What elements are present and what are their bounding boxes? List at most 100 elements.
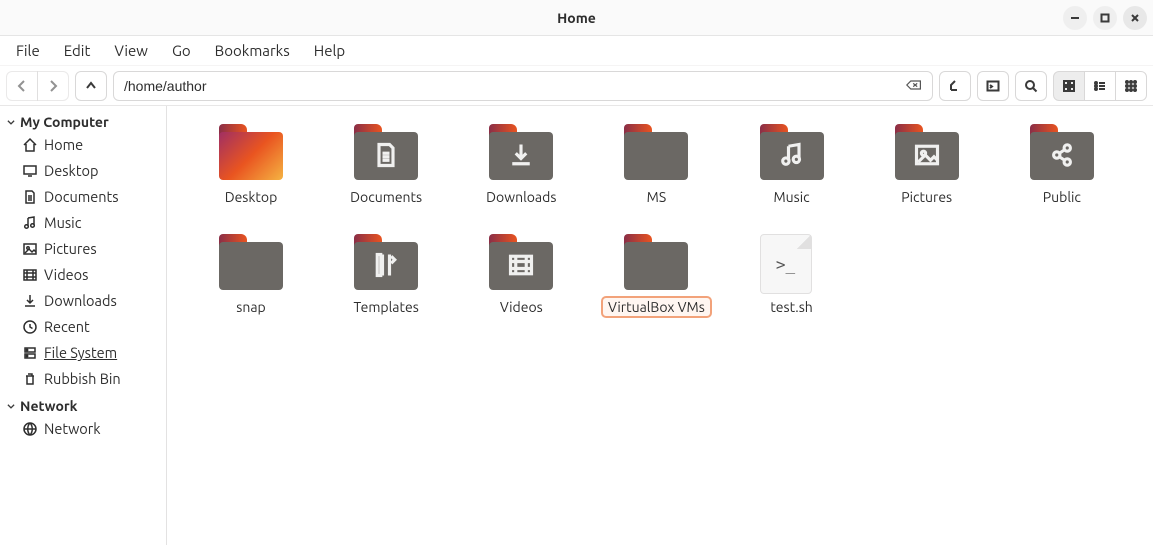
desktop-icon	[22, 163, 38, 179]
sidebar-item-label: Pictures	[44, 238, 97, 260]
sidebar-item-label: Rubbish Bin	[44, 368, 121, 390]
folder-desktop[interactable]: Desktop	[191, 124, 311, 206]
folder-icon	[895, 124, 959, 180]
sidebar-item-recent[interactable]: Recent	[0, 314, 166, 340]
view-grid-button[interactable]	[1053, 71, 1085, 101]
sidebar-item-pictures[interactable]: Pictures	[0, 236, 166, 262]
sidebar-item-label: Videos	[44, 264, 88, 286]
sidebar-item-desktop[interactable]: Desktop	[0, 158, 166, 184]
file-grid: Desktop Documents Downloads MS MusicPictures…	[191, 124, 1129, 316]
item-label: test.sh	[765, 298, 817, 316]
folder-icon	[489, 124, 553, 180]
sidebar-item-label: Recent	[44, 316, 90, 338]
sidebar-item-label: File System	[44, 342, 117, 364]
folder-ms[interactable]: MS	[596, 124, 716, 206]
back-button[interactable]	[6, 71, 38, 101]
sidebar: My Computer Home Desktop Documents Music Pict…	[0, 106, 167, 545]
folder-icon	[489, 234, 553, 290]
menu-bookmarks[interactable]: Bookmarks	[205, 38, 300, 63]
sidebar-section-my-computer[interactable]: My Computer	[0, 112, 166, 132]
item-label: Public	[1038, 188, 1086, 206]
menubar: File Edit View Go Bookmarks Help	[0, 36, 1153, 66]
item-label: Documents	[345, 188, 427, 206]
picture-icon	[913, 141, 941, 172]
download-icon	[22, 293, 38, 309]
up-button[interactable]	[75, 71, 107, 101]
menu-view[interactable]: View	[104, 38, 158, 63]
recent-icon	[22, 319, 38, 335]
window-title: Home	[557, 10, 596, 26]
content-area[interactable]: Desktop Documents Downloads MS MusicPictures…	[167, 106, 1153, 545]
minimize-button[interactable]	[1063, 6, 1087, 30]
folder-snap[interactable]: snap	[191, 234, 311, 316]
sidebar-item-label: Home	[44, 134, 83, 156]
folder-videos[interactable]: Videos	[461, 234, 581, 316]
maximize-button[interactable]	[1093, 6, 1117, 30]
item-label: Desktop	[220, 188, 283, 206]
sidebar-item-documents[interactable]: Documents	[0, 184, 166, 210]
folder-icon	[354, 124, 418, 180]
path-bar[interactable]	[113, 71, 933, 101]
view-compact-button[interactable]	[1115, 71, 1147, 101]
sidebar-item-home[interactable]: Home	[0, 132, 166, 158]
trash-icon	[22, 371, 38, 387]
template-icon	[372, 251, 400, 282]
toolbar	[0, 66, 1153, 106]
folder-pictures[interactable]: Pictures	[867, 124, 987, 206]
body: My ComputerHomeDesktopDocumentsMusicPict…	[0, 106, 1153, 545]
folder-icon	[219, 234, 283, 290]
share-icon	[1048, 141, 1076, 172]
menu-go[interactable]: Go	[162, 38, 201, 63]
sidebar-section-label: Network	[20, 398, 78, 414]
item-label: snap	[231, 298, 270, 316]
sidebar-section-network[interactable]: Network	[0, 396, 166, 416]
document-icon	[372, 141, 400, 172]
download-icon	[507, 141, 535, 172]
item-label: MS	[642, 188, 672, 206]
folder-icon	[1030, 124, 1094, 180]
search-button[interactable]	[1015, 71, 1047, 101]
folder-downloads[interactable]: Downloads	[461, 124, 581, 206]
music-icon	[778, 141, 806, 172]
sidebar-item-music[interactable]: Music	[0, 210, 166, 236]
clear-path-icon[interactable]	[906, 78, 922, 94]
script-file-icon: >_	[760, 234, 812, 294]
folder-documents[interactable]: Documents	[326, 124, 446, 206]
sidebar-item-rubbish-bin[interactable]: Rubbish Bin	[0, 366, 166, 392]
close-button[interactable]	[1123, 6, 1147, 30]
document-icon	[22, 189, 38, 205]
menu-help[interactable]: Help	[304, 38, 355, 63]
sidebar-item-file-system[interactable]: File System	[0, 340, 166, 366]
music-icon	[22, 215, 38, 231]
globe-icon	[22, 421, 38, 437]
folder-icon	[624, 234, 688, 290]
folder-public[interactable]: Public	[1002, 124, 1122, 206]
picture-icon	[22, 241, 38, 257]
view-list-button[interactable]	[1084, 71, 1116, 101]
sidebar-item-label: Network	[44, 418, 101, 440]
sidebar-item-videos[interactable]: Videos	[0, 262, 166, 288]
sidebar-item-downloads[interactable]: Downloads	[0, 288, 166, 314]
sidebar-item-label: Downloads	[44, 290, 117, 312]
forward-button[interactable]	[37, 71, 69, 101]
sidebar-item-label: Music	[44, 212, 81, 234]
item-label: Templates	[348, 298, 423, 316]
folder-music[interactable]: Music	[732, 124, 852, 206]
folder-icon	[760, 124, 824, 180]
folder-icon	[624, 124, 688, 180]
folder-icon	[219, 124, 283, 180]
sidebar-item-label: Desktop	[44, 160, 98, 182]
sidebar-item-label: Documents	[44, 186, 119, 208]
file-test.sh[interactable]: >_ test.sh	[732, 234, 852, 316]
menu-file[interactable]: File	[6, 38, 50, 63]
path-input[interactable]	[124, 78, 906, 94]
home-icon	[22, 137, 38, 153]
sidebar-section-label: My Computer	[20, 114, 109, 130]
folder-icon	[354, 234, 418, 290]
sidebar-item-network[interactable]: Network	[0, 416, 166, 442]
menu-edit[interactable]: Edit	[54, 38, 101, 63]
toggle-location-button[interactable]	[939, 71, 971, 101]
folder-virtualbox-vms[interactable]: VirtualBox VMs	[596, 234, 716, 316]
terminal-button[interactable]	[977, 71, 1009, 101]
folder-templates[interactable]: Templates	[326, 234, 446, 316]
